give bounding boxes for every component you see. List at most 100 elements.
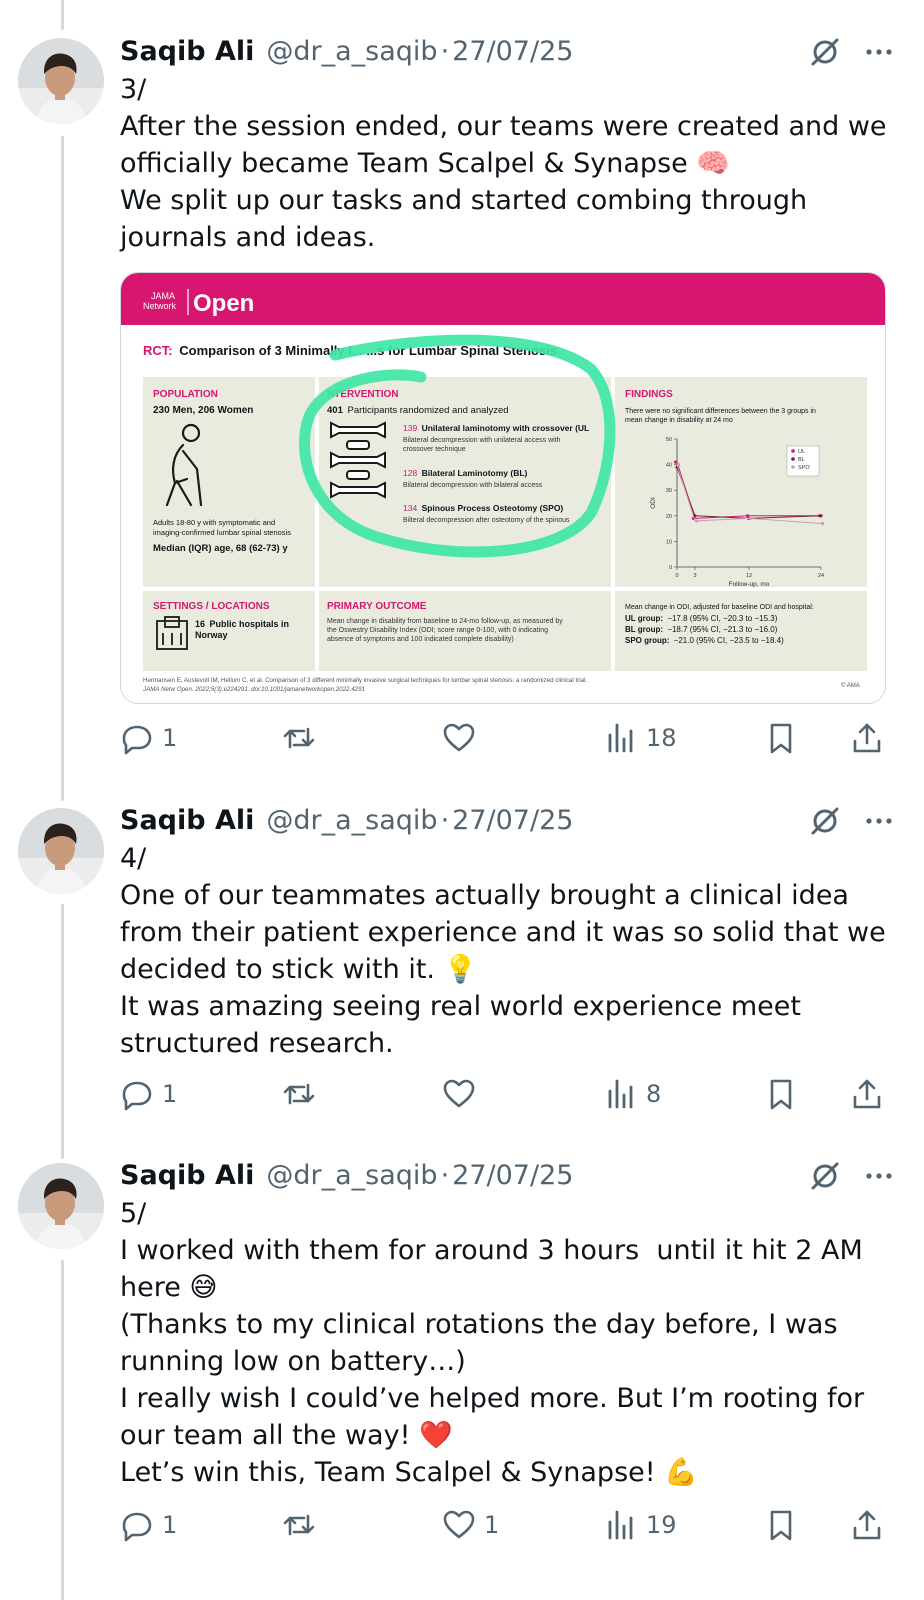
chart-x-tick-label: 24 xyxy=(818,573,824,579)
repost-button[interactable] xyxy=(282,718,324,758)
like-button[interactable] xyxy=(442,1074,484,1114)
chart-legend-label: SPO xyxy=(798,465,810,471)
intervention-count: 401 Participants randomized and analyzed xyxy=(327,405,509,416)
copyright: © AMA xyxy=(841,682,860,689)
chart-y-tick-label: 0 xyxy=(669,565,672,571)
chart-x-tick-label: 0 xyxy=(675,573,678,579)
tweet-date[interactable]: 27/07/25 xyxy=(452,1160,573,1191)
population-headline: 230 Men, 206 Women xyxy=(153,405,253,416)
avatar[interactable] xyxy=(18,38,104,124)
chart-y-tick-label: 20 xyxy=(666,514,672,520)
separator: · xyxy=(440,35,450,67)
results-spo: SPO group: −21.0 (95% CI, −23.5 to −18.4… xyxy=(625,636,784,645)
bookmark-icon xyxy=(770,1079,792,1110)
population-median: Median (IQR) age, 68 (62-73) y xyxy=(153,543,288,554)
tweet-header: Saqib Ali @dr_a_saqib · 27/07/25 xyxy=(120,33,908,69)
share-button[interactable] xyxy=(850,1505,884,1545)
bookmark-button[interactable] xyxy=(764,1074,798,1114)
results-intro: Mean change in ODI, adjusted for baselin… xyxy=(625,604,814,611)
chart-point-spo xyxy=(748,516,753,520)
results-bl: BL group: −18.7 (95% CI, −21.3 to −16.0) xyxy=(625,625,778,634)
chart-legend-swatch xyxy=(791,457,795,461)
chart-point-spo xyxy=(694,519,699,523)
like-button[interactable] xyxy=(442,718,484,758)
tweet-text: 3/ After the session ended, our teams we… xyxy=(120,74,887,253)
share-icon xyxy=(853,723,881,753)
repost-icon xyxy=(283,1514,315,1536)
population-note: Adults 18-80 y with symptomatic and imag… xyxy=(153,518,291,537)
reply-button[interactable]: 1 xyxy=(120,1505,177,1545)
chart-y-tick-label: 30 xyxy=(666,488,672,494)
grok-icon[interactable] xyxy=(808,804,842,838)
tweet-actions: 1 18 xyxy=(120,718,890,758)
share-button[interactable] xyxy=(850,718,884,758)
view-count: 19 xyxy=(646,1511,677,1539)
author-name[interactable]: Saqib Ali xyxy=(120,36,254,67)
like-icon xyxy=(443,1510,475,1539)
chart-legend-label: BL xyxy=(798,457,805,463)
grok-icon[interactable] xyxy=(808,35,842,69)
author-name[interactable]: Saqib Ali xyxy=(120,805,254,836)
chart-legend-swatch xyxy=(791,465,795,469)
share-icon xyxy=(853,1510,881,1540)
reply-icon xyxy=(122,1512,152,1542)
tweet-5[interactable]: Saqib Ali @dr_a_saqib · 27/07/25 5/ I wo… xyxy=(0,1135,924,1600)
view-count: 8 xyxy=(646,1080,662,1108)
arm-spo: 134 Spinous Process Osteotomy (SPO) xyxy=(403,503,563,513)
chart-y-tick-label: 50 xyxy=(666,437,672,443)
repost-icon xyxy=(283,1083,315,1105)
like-icon xyxy=(443,723,475,752)
author-handle[interactable]: @dr_a_saqib xyxy=(266,1160,437,1191)
reply-button[interactable]: 1 xyxy=(120,1074,177,1114)
citation: Hermansen E, Austevoll IM, Hellum C, et … xyxy=(143,677,587,684)
avatar[interactable] xyxy=(18,1163,104,1249)
chart-x-axis-label: Follow-up, mo xyxy=(729,581,770,588)
more-icon[interactable] xyxy=(862,35,896,69)
chart-point-spo xyxy=(820,521,825,526)
share-button[interactable] xyxy=(850,1074,884,1114)
findings-heading: FINDINGS xyxy=(625,389,673,400)
tweet-date[interactable]: 27/07/25 xyxy=(452,805,573,836)
more-icon[interactable] xyxy=(862,804,896,838)
author-handle[interactable]: @dr_a_saqib xyxy=(266,805,437,836)
more-icon[interactable] xyxy=(862,1159,896,1193)
chart-y-tick-label: 40 xyxy=(666,463,672,469)
chart-legend-label: UL xyxy=(798,449,805,455)
chart-x-tick-label: 12 xyxy=(746,573,752,579)
repost-button[interactable] xyxy=(282,1505,324,1545)
results-ul: UL group: −17.8 (95% CI, −20.3 to −15.3) xyxy=(625,614,778,623)
chart-y-tick-label: 10 xyxy=(666,539,672,545)
views-button[interactable]: 8 xyxy=(604,1074,661,1114)
primary-outcome-heading: PRIMARY OUTCOME xyxy=(327,601,427,612)
separator: · xyxy=(440,804,450,836)
tweet-text: 5/ I worked with them for around 3 hours… xyxy=(120,1198,865,1488)
views-button[interactable]: 18 xyxy=(604,718,677,758)
tweet-3[interactable]: Saqib Ali @dr_a_saqib · 27/07/25 3/ Afte… xyxy=(0,0,924,780)
reply-icon xyxy=(122,1081,152,1111)
bookmark-button[interactable] xyxy=(764,1505,798,1545)
author-handle[interactable]: @dr_a_saqib xyxy=(266,36,437,67)
tweet-date[interactable]: 27/07/25 xyxy=(452,36,573,67)
arm-bl-desc: Bilateral decompression with bilateral a… xyxy=(403,482,543,489)
avatar[interactable] xyxy=(18,808,104,894)
bookmark-icon xyxy=(770,723,792,754)
tweet-4[interactable]: Saqib Ali @dr_a_saqib · 27/07/25 4/ One … xyxy=(0,780,924,1135)
reply-button[interactable]: 1 xyxy=(120,718,177,758)
reply-icon xyxy=(122,725,152,755)
like-button[interactable]: 1 xyxy=(442,1505,499,1545)
bookmark-button[interactable] xyxy=(764,718,798,758)
chart-point-bl xyxy=(819,514,823,518)
tweet-image[interactable]: JAMA Network Open RCT: Comparison of 3 Mi… xyxy=(120,272,886,704)
citation-journal: JAMA Netw Open. 2022;5(3):e224291. doi:1… xyxy=(142,686,365,693)
repost-button[interactable] xyxy=(282,1074,324,1114)
chart-legend-swatch xyxy=(791,449,795,453)
chart-y-axis-label: ODI xyxy=(650,497,657,509)
views-button[interactable]: 19 xyxy=(604,1505,677,1545)
chart-x-tick-label: 3 xyxy=(693,573,696,579)
settings-heading: SETTINGS / LOCATIONS xyxy=(153,601,270,612)
grok-icon[interactable] xyxy=(808,1159,842,1193)
views-icon xyxy=(608,1510,633,1540)
reply-count: 1 xyxy=(162,1080,178,1108)
author-name[interactable]: Saqib Ali xyxy=(120,1160,254,1191)
chart-point-ul xyxy=(673,460,678,464)
